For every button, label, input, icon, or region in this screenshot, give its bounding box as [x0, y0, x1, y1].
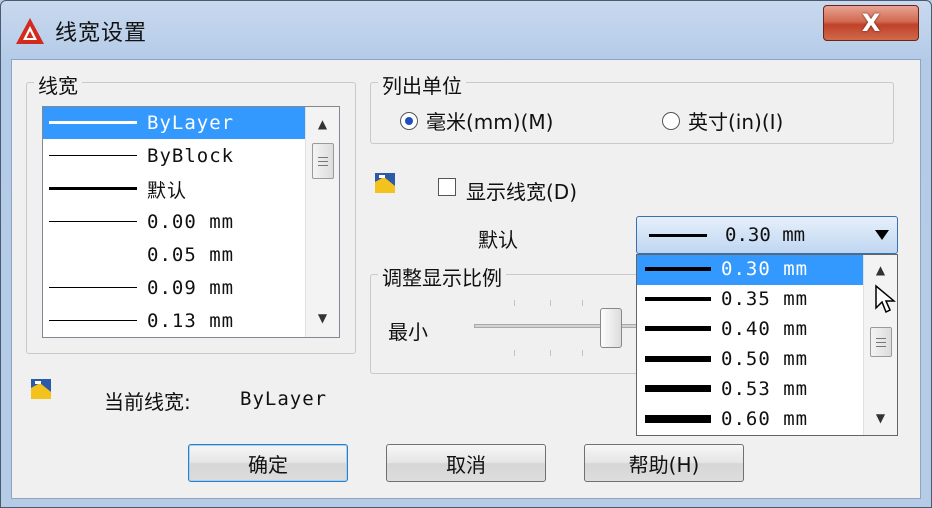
title-bar[interactable]: 线宽设置 X — [1, 1, 931, 59]
line-sample — [49, 221, 137, 222]
current-lineweight-value: ByLayer — [240, 388, 328, 410]
dialog-title: 线宽设置 — [55, 21, 148, 46]
scroll-down-icon[interactable]: ▼ — [306, 307, 339, 329]
dropdown-item-label: 0.53 mm — [721, 378, 809, 400]
lineweight-settings-dialog: 线宽设置 X 线宽 ByLayer ByBlock 默认 0.00 mm 0.0… — [0, 0, 932, 508]
list-item-label: 0.05 mm — [147, 244, 235, 266]
list-item-label: 默认 — [147, 179, 188, 202]
dropdown-item-0-60[interactable]: 0.60 mm — [637, 405, 863, 435]
mouse-cursor-icon — [875, 284, 896, 314]
lineweights-group-label: 线宽 — [34, 70, 82, 99]
dialog-body: 线宽 ByLayer ByBlock 默认 0.00 mm 0.05 mm 0.… — [11, 59, 921, 499]
dropdown-item-label: 0.60 mm — [721, 408, 809, 430]
default-lineweight-value: 0.30 mm — [725, 224, 806, 246]
chevron-down-icon[interactable] — [875, 230, 889, 240]
radio-inches-label: 英寸(in)(I) — [688, 110, 784, 134]
scroll-up-icon[interactable]: ▲ — [306, 113, 339, 135]
line-sample — [49, 121, 137, 124]
line-sample — [649, 234, 707, 237]
radio-millimeters-indicator[interactable] — [400, 111, 418, 130]
lineweight-display-icon — [375, 173, 395, 193]
scroll-thumb[interactable] — [312, 143, 334, 179]
close-button[interactable]: X — [823, 5, 919, 41]
close-icon: X — [861, 9, 881, 37]
dropdown-item-0-35[interactable]: 0.35 mm — [637, 285, 863, 315]
lineweight-list[interactable]: ByLayer ByBlock 默认 0.00 mm 0.05 mm 0.09 … — [42, 106, 340, 338]
list-item-0-13[interactable]: 0.13 mm — [43, 305, 305, 337]
adjust-scale-group-label: 调整显示比例 — [378, 262, 506, 291]
dropdown-item-0-40[interactable]: 0.40 mm — [637, 315, 863, 345]
cancel-button[interactable]: 取消 — [386, 444, 546, 482]
list-item-default[interactable]: 默认 — [43, 173, 305, 205]
dropdown-item-label: 0.50 mm — [721, 348, 809, 370]
list-item-label: ByLayer — [147, 112, 235, 134]
radio-inches-indicator[interactable] — [662, 111, 680, 130]
dropdown-item-0-50[interactable]: 0.50 mm — [637, 345, 863, 375]
list-item-0-09[interactable]: 0.09 mm — [43, 272, 305, 304]
line-sample — [49, 320, 137, 321]
dropdown-scrollbar[interactable]: ▲ ▼ — [863, 255, 897, 435]
show-lineweight-checkbox[interactable] — [438, 178, 456, 196]
lineweight-dropdown[interactable]: 0.30 mm 0.35 mm 0.40 mm 0.50 mm 0.53 mm … — [636, 254, 898, 436]
help-button[interactable]: 帮助(H) — [584, 444, 744, 482]
list-item-label: 0.13 mm — [147, 310, 235, 332]
list-item-0-00[interactable]: 0.00 mm — [43, 206, 305, 238]
dropdown-item-0-53[interactable]: 0.53 mm — [637, 375, 863, 405]
line-sample — [49, 155, 137, 156]
default-lineweight-combo[interactable]: 0.30 mm — [636, 216, 898, 254]
scale-min-label: 最小 — [388, 320, 428, 344]
dropdown-item-label: 0.30 mm — [721, 258, 809, 280]
autocad-logo-icon — [16, 18, 44, 44]
lineweight-list-scrollbar[interactable]: ▲ ▼ — [305, 107, 339, 337]
current-lineweight-label: 当前线宽: — [104, 390, 191, 414]
radio-millimeters[interactable]: 毫米(mm)(M) — [400, 106, 553, 135]
list-item-label: 0.09 mm — [147, 277, 235, 299]
line-sample — [49, 287, 137, 288]
list-item-byblock[interactable]: ByBlock — [43, 140, 305, 172]
line-sample — [49, 187, 137, 190]
scroll-up-icon[interactable]: ▲ — [864, 259, 897, 281]
list-item-0-05[interactable]: 0.05 mm — [43, 239, 305, 271]
default-label: 默认 — [478, 228, 518, 252]
scroll-thumb[interactable] — [870, 327, 892, 357]
scroll-down-icon[interactable]: ▼ — [864, 407, 897, 429]
list-item-label: 0.00 mm — [147, 211, 235, 233]
dropdown-item-0-30[interactable]: 0.30 mm — [637, 255, 863, 285]
dropdown-item-label: 0.40 mm — [721, 318, 809, 340]
list-item-bylayer[interactable]: ByLayer — [43, 107, 305, 139]
current-lineweight-icon — [31, 379, 51, 399]
scale-slider-thumb[interactable] — [600, 308, 622, 348]
units-group-label: 列出单位 — [378, 70, 466, 99]
radio-millimeters-label: 毫米(mm)(M) — [426, 110, 554, 134]
ok-button[interactable]: 确定 — [188, 444, 348, 482]
list-item-label: ByBlock — [147, 145, 235, 167]
dropdown-item-label: 0.35 mm — [721, 288, 809, 310]
radio-inches[interactable]: 英寸(in)(I) — [662, 106, 783, 135]
show-lineweight-label: 显示线宽(D) — [466, 180, 578, 204]
